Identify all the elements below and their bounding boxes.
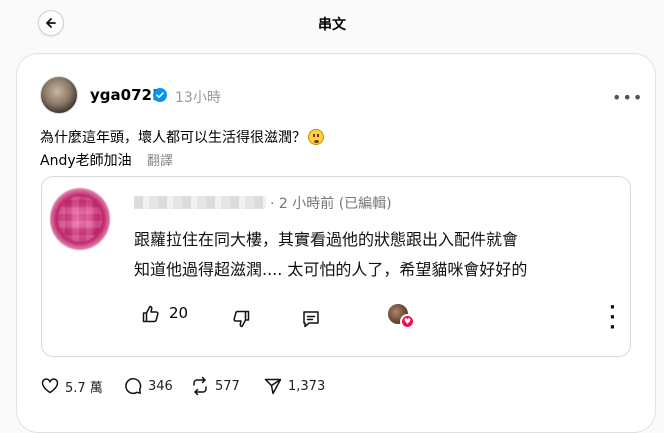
like-count: 5.7 萬 — [65, 380, 103, 396]
quoted-like-count: 20 — [169, 304, 189, 322]
reply-box-icon[interactable] — [301, 309, 321, 329]
post-text-line2: Andy老師加油 — [40, 153, 132, 169]
reply-button[interactable]: 346 — [123, 376, 173, 396]
quoted-avatar-blurred[interactable] — [50, 188, 110, 250]
heart-icon — [41, 378, 59, 394]
share-button[interactable]: 1,373 — [263, 376, 325, 396]
post-timestamp: 13小時 — [175, 90, 221, 106]
quoted-meta: · 2 小時前 (已編輯) — [270, 196, 392, 212]
repost-count: 577 — [215, 378, 240, 394]
verified-badge-icon — [153, 88, 167, 102]
page-title: 串文 — [318, 17, 346, 33]
flushed-emoji-icon — [308, 129, 324, 145]
translate-link[interactable]: 翻譯 — [147, 150, 173, 169]
thumbs-down-icon[interactable] — [231, 309, 251, 329]
like-button[interactable]: 5.7 萬 — [40, 376, 103, 396]
thumbs-up-icon[interactable] — [141, 304, 161, 324]
post-text: 為什麼這年頭，壞人都可以生活得很滋潤？ — [40, 130, 306, 146]
quoted-text-line2: 知道他過得超滋潤.... 太可怕的人了，希望貓咪會好好的 — [134, 260, 528, 279]
post-username[interactable]: yga0721 — [90, 86, 162, 104]
more-horizontal-icon[interactable]: ••• — [612, 88, 643, 107]
more-vertical-icon[interactable]: · · · — [609, 299, 616, 337]
share-count: 1,373 — [288, 378, 326, 394]
top-bar: 串文 — [0, 0, 664, 50]
repost-icon — [193, 376, 207, 396]
quoted-text-line1: 跟蘿拉住在同大樓，其實看過他的狀態跟出入配件就會 — [134, 230, 519, 249]
send-icon — [264, 378, 282, 395]
post-text-line1: 為什麼這年頭，壞人都可以生活得很滋潤？ — [40, 127, 324, 147]
quoted-reactions[interactable]: ♥ — [387, 303, 415, 329]
reply-count: 346 — [148, 378, 173, 394]
quoted-username-blurred — [134, 196, 266, 209]
heart-reaction-icon: ♥ — [400, 314, 415, 329]
comment-icon — [125, 378, 142, 395]
user-avatar[interactable] — [40, 76, 78, 114]
repost-button[interactable]: 577 — [190, 376, 240, 396]
